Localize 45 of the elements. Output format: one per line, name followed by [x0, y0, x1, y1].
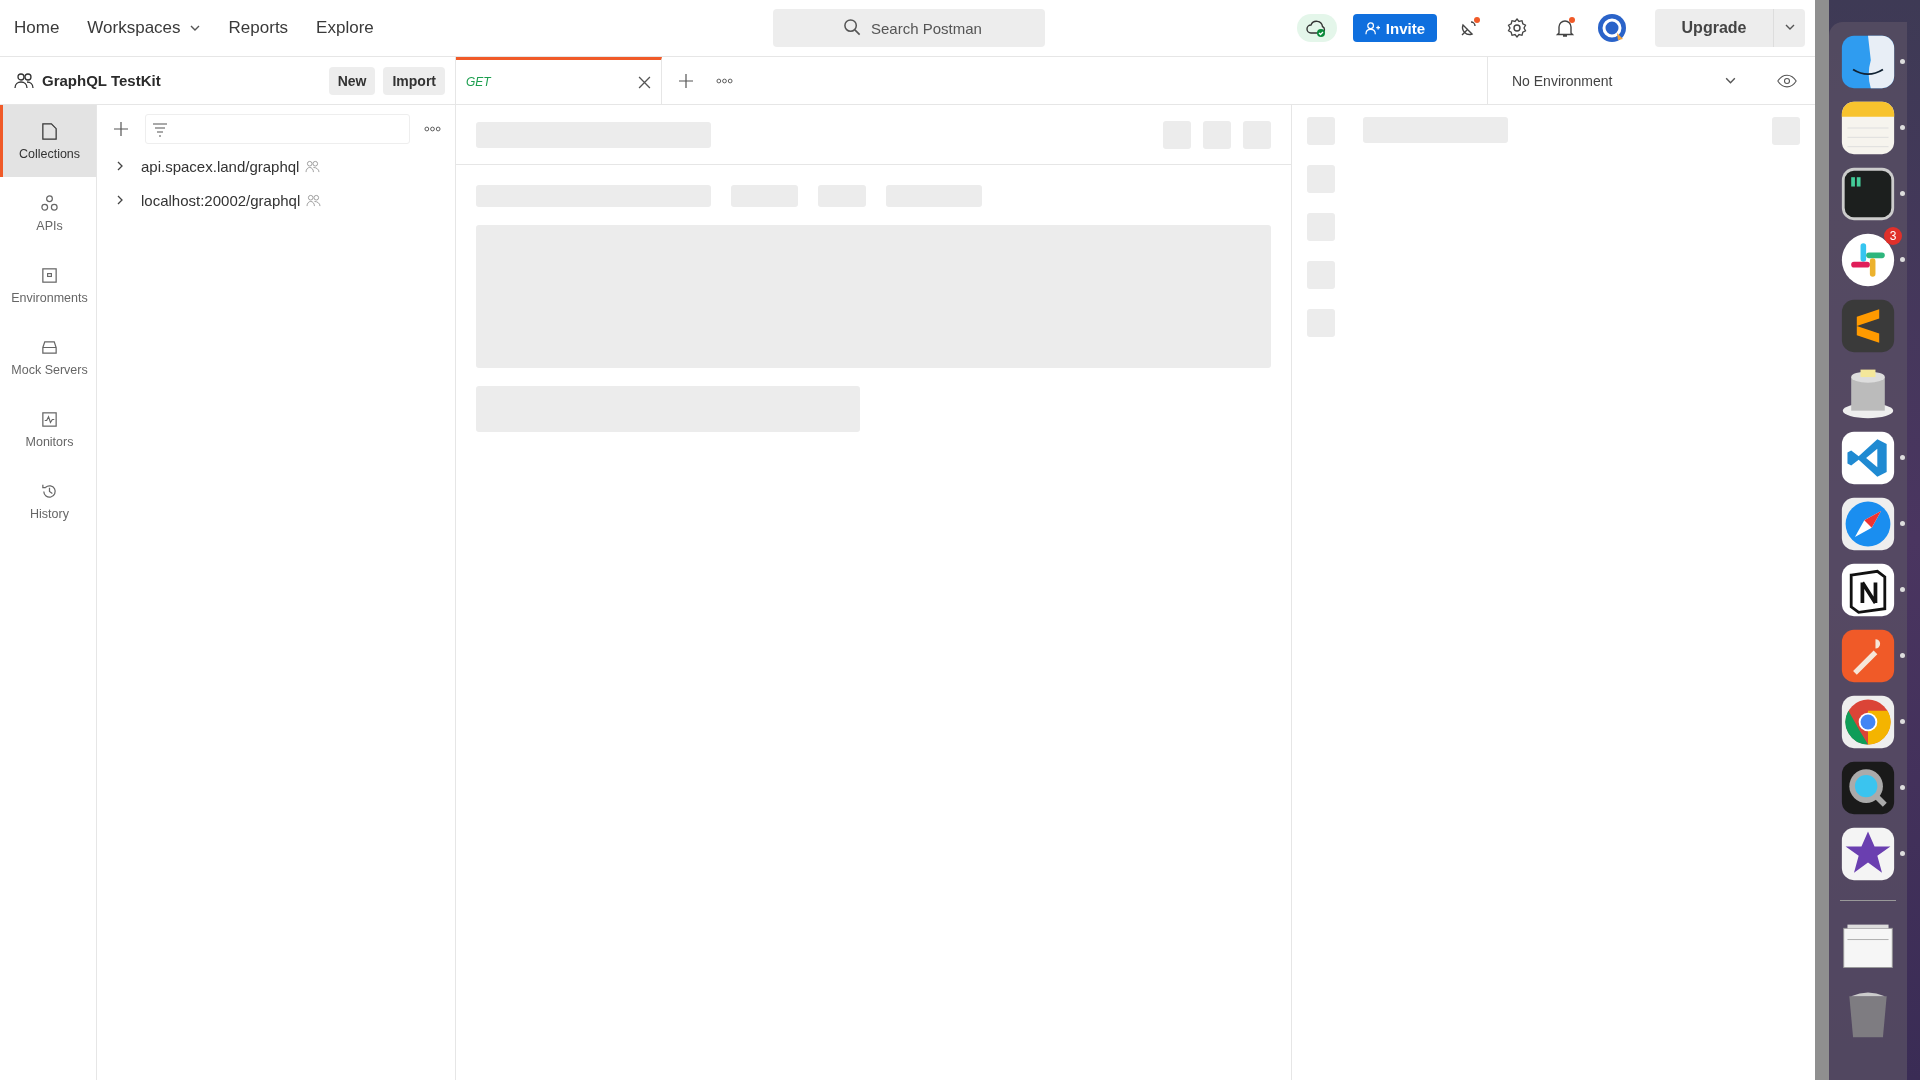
- magnifier-app-icon[interactable]: [1840, 760, 1896, 816]
- import-button[interactable]: Import: [383, 66, 445, 95]
- hash-app-icon[interactable]: [1840, 232, 1896, 288]
- avatar[interactable]: [1597, 13, 1627, 43]
- sync-status-icon[interactable]: [1296, 14, 1337, 42]
- team-icon: [14, 70, 34, 91]
- sidebar-tab[interactable]: History: [0, 465, 96, 537]
- environment-dropdown[interactable]: No Environment: [1487, 56, 1757, 105]
- environment-icon: [40, 265, 59, 285]
- collection-item[interactable]: localhost:20002/graphql: [107, 183, 445, 217]
- nav-link[interactable]: Workspaces: [87, 18, 201, 38]
- nav-link[interactable]: Reports: [228, 18, 289, 38]
- notification-bell-icon[interactable]: [1553, 16, 1577, 40]
- sidebar-tab[interactable]: Collections: [0, 105, 96, 177]
- filter-field[interactable]: [145, 114, 410, 144]
- search-icon: [843, 18, 862, 37]
- compass-app-icon[interactable]: [1840, 496, 1896, 552]
- terminal-app-icon[interactable]: [1840, 166, 1896, 222]
- sidebar-tab[interactable]: APIs: [0, 177, 96, 249]
- nav-link[interactable]: Explore: [316, 18, 374, 38]
- nav-link[interactable]: Home: [14, 18, 60, 38]
- eye-icon[interactable]: [1777, 73, 1797, 88]
- monitor-icon: [40, 409, 59, 429]
- code-editor-app-icon[interactable]: [1840, 430, 1896, 486]
- notepad-app-icon[interactable]: [1840, 100, 1896, 156]
- star-app-icon[interactable]: [1840, 826, 1896, 882]
- settings-icon[interactable]: [1505, 16, 1529, 40]
- search-field[interactable]: Search Postman: [773, 9, 1045, 47]
- new-button[interactable]: New: [328, 66, 376, 95]
- cube-app-icon[interactable]: [1840, 562, 1896, 618]
- shared-icon: [306, 193, 322, 207]
- shared-icon: [305, 159, 321, 173]
- notification-badge: 3: [1884, 227, 1902, 245]
- apis-icon: [40, 193, 59, 213]
- invite-button[interactable]: Invite: [1352, 14, 1437, 42]
- browser-app-icon[interactable]: [1840, 694, 1896, 750]
- workspace-name: GraphQL TestKit: [42, 72, 162, 89]
- collection-item[interactable]: api.spacex.land/graphql: [107, 149, 445, 183]
- add-person-icon: [1364, 20, 1380, 36]
- smiling-face-app-icon[interactable]: [1840, 34, 1896, 90]
- sidebar-tab[interactable]: Environments: [0, 249, 96, 321]
- folder-icon: [40, 121, 59, 141]
- sidebar-tab[interactable]: Mock Servers: [0, 321, 96, 393]
- close-icon[interactable]: [638, 75, 651, 89]
- sidebar-tab[interactable]: Monitors: [0, 393, 96, 465]
